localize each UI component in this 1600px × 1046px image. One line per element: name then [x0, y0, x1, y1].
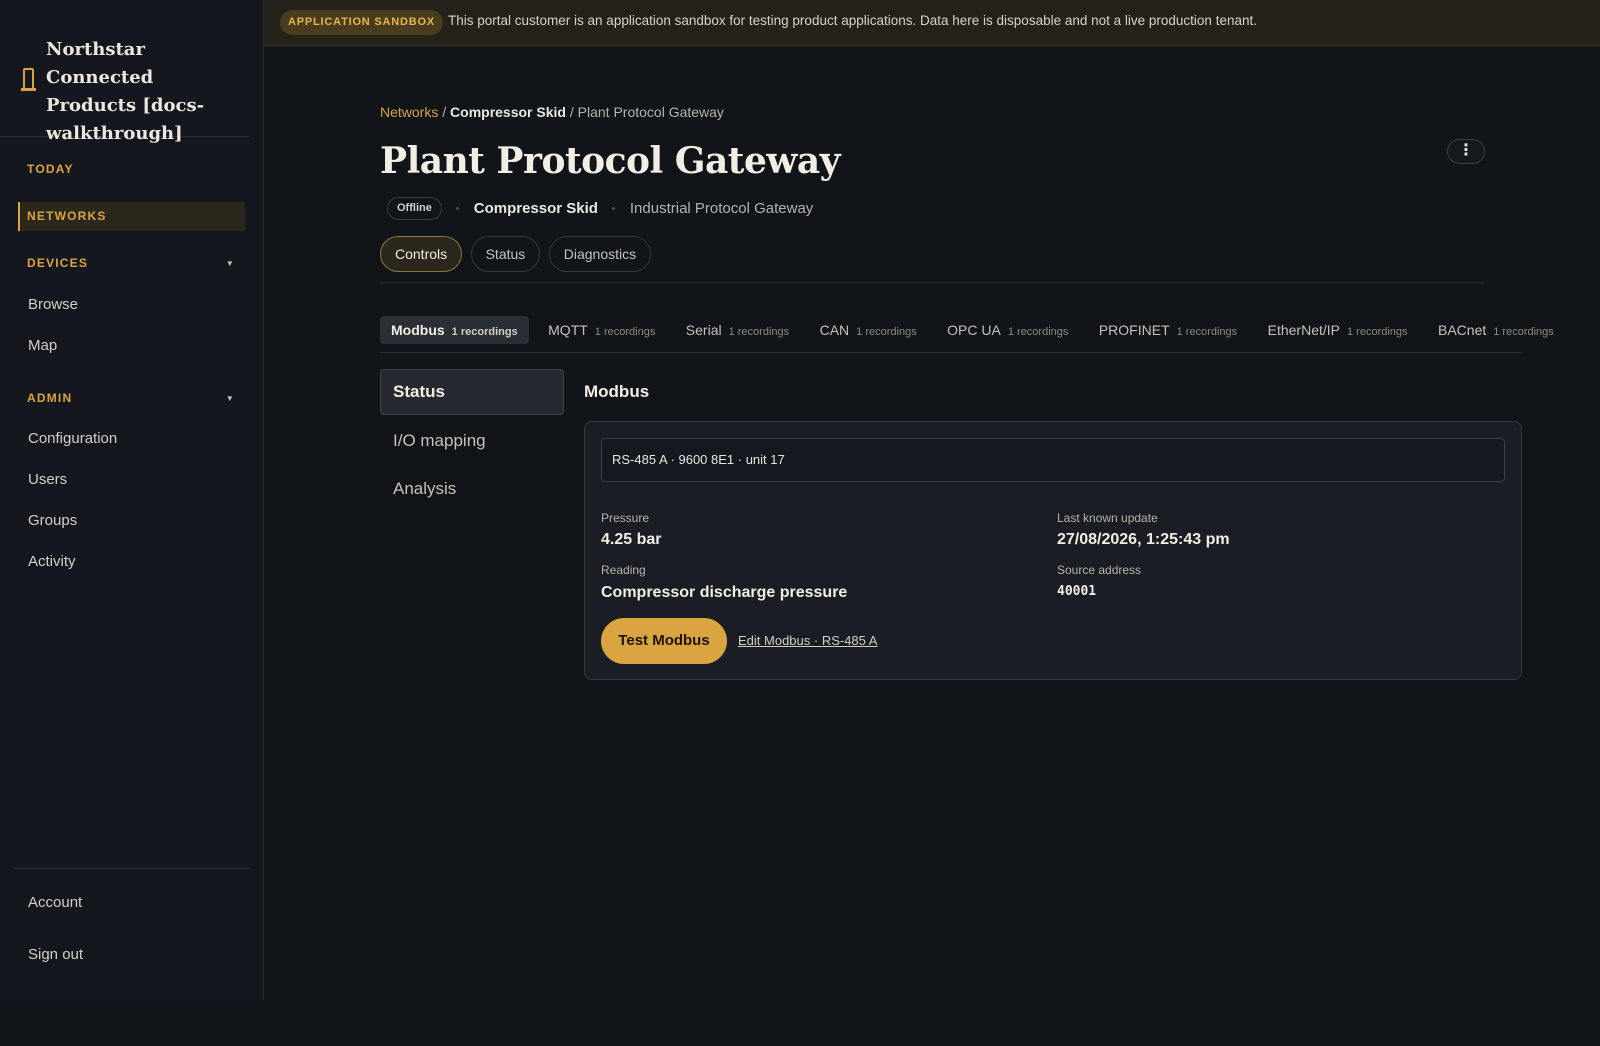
subnav-analysis[interactable]: Analysis [380, 466, 564, 512]
divider [380, 352, 1522, 353]
device-type: Industrial Protocol Gateway [629, 200, 814, 217]
divider [380, 282, 1484, 283]
sidebar: Northstar Connected Products [docs-walkt… [0, 0, 264, 1000]
nav-devices[interactable]: DEVICES ▼ [18, 249, 245, 278]
modbus-card: RS-485 A · 9600 8E1 · unit 17 Pressure 4… [584, 421, 1522, 680]
recording-count: 1 recordings [1347, 326, 1408, 338]
protocol-name: EtherNet/IP [1267, 322, 1340, 338]
breadcrumb-separator: / [569, 104, 574, 120]
sandbox-badge: APPLICATION SANDBOX [280, 10, 444, 35]
protocol-name: Serial [685, 322, 722, 338]
protocol-tab-ethernet-ip[interactable]: EtherNet/IP 1 recordings [1257, 316, 1419, 344]
breadcrumb-device[interactable]: Compressor Skid [450, 104, 566, 120]
protocol-tab-mqtt[interactable]: MQTT 1 recordings [537, 316, 666, 344]
page-title: Plant Protocol Gateway [380, 140, 841, 182]
protocol-tabs: Modbus 1 recordings MQTT 1 recordings Seri… [380, 316, 1569, 344]
nav-item-users[interactable]: Users [28, 470, 67, 490]
nav-item-sign-out[interactable]: Sign out [28, 945, 83, 965]
nav-today[interactable]: TODAY [18, 155, 245, 184]
protocol-tab-modbus[interactable]: Modbus 1 recordings [380, 316, 529, 344]
recording-count: 1 recordings [1493, 326, 1554, 338]
nav-item-configuration[interactable]: Configuration [28, 429, 117, 449]
breadcrumb-separator: / [442, 104, 447, 120]
source-address-value: 40001 [1057, 584, 1097, 599]
nav-item-map[interactable]: Map [28, 336, 57, 356]
connection-config: RS-485 A · 9600 8E1 · unit 17 [601, 438, 1505, 482]
sandbox-banner-text: This portal customer is an application s… [448, 13, 1257, 28]
recording-count: 1 recordings [728, 326, 790, 338]
nav-networks[interactable]: NETWORKS [18, 202, 245, 231]
more-options-icon[interactable]: ⋮ [1447, 139, 1485, 164]
breadcrumb-networks[interactable]: Networks [380, 104, 438, 120]
pressure-value: 4.25 bar [601, 531, 662, 548]
device-meta: Offline Compressor Skid Industrial Proto… [387, 197, 813, 221]
breadcrumb-current: Plant Protocol Gateway [577, 104, 724, 120]
edit-modbus-link[interactable]: Edit Modbus · RS-485 A [738, 632, 877, 650]
protocol-name: Modbus [391, 322, 445, 338]
nav-item-account[interactable]: Account [28, 893, 82, 913]
recording-count: 1 recordings [451, 326, 518, 338]
breadcrumb: Networks / Compressor Skid / Plant Proto… [380, 101, 724, 123]
device-name[interactable]: Compressor Skid [474, 200, 598, 217]
protocol-name: MQTT [548, 322, 588, 338]
panel-title: Modbus [584, 382, 650, 401]
tab-diagnostics[interactable]: Diagnostics [548, 236, 652, 272]
recording-count: 1 recordings [1007, 326, 1069, 338]
nav-item-browse[interactable]: Browse [28, 295, 78, 315]
tabs: Controls Status Diagnostics [380, 236, 655, 272]
nav-item-activity[interactable]: Activity [28, 552, 76, 572]
nav-devices-label: DEVICES [27, 256, 89, 270]
nav-admin-label: ADMIN [27, 391, 73, 405]
recording-count: 1 recordings [856, 326, 917, 338]
protocol-tab-opc-ua[interactable]: OPC UA 1 recordings [936, 316, 1079, 344]
caret-down-icon: ▼ [225, 259, 235, 268]
nav-item-groups[interactable]: Groups [28, 511, 77, 531]
pressure-label: Pressure [601, 511, 650, 525]
nav-admin[interactable]: ADMIN ▼ [18, 384, 245, 413]
tab-status[interactable]: Status [470, 236, 541, 272]
protocol-tab-can[interactable]: CAN 1 recordings [809, 316, 928, 344]
protocol-name: PROFINET [1098, 322, 1170, 338]
subnav-status[interactable]: Status [380, 369, 564, 415]
status-badge: Offline [387, 197, 442, 220]
protocol-tab-profinet[interactable]: PROFINET 1 recordings [1088, 316, 1248, 344]
app: Northstar Connected Products [docs-walkt… [0, 0, 1600, 1046]
tower-icon [20, 68, 37, 93]
recording-count: 1 recordings [594, 326, 656, 338]
source-address-label: Source address [1057, 563, 1142, 577]
last-update-value: 27/08/2026, 1:25:43 pm [1057, 531, 1230, 548]
protocol-tab-bacnet[interactable]: BACnet 1 recordings [1427, 316, 1565, 344]
last-update-label: Last known update [1057, 511, 1158, 525]
reading-label: Reading [601, 563, 646, 577]
reading-value: Compressor discharge pressure [601, 584, 848, 601]
brand-name: Northstar Connected Products [docs-walkt… [46, 39, 205, 144]
tab-controls[interactable]: Controls [380, 236, 463, 272]
sandbox-banner: APPLICATION SANDBOX This portal customer… [264, 0, 1600, 46]
sidebar-divider [14, 868, 249, 869]
meta-separator [456, 207, 460, 210]
protocol-name: CAN [819, 322, 850, 338]
meta-separator [612, 207, 616, 210]
subnav-io-mapping[interactable]: I/O mapping [380, 418, 564, 464]
protocol-name: OPC UA [947, 322, 1001, 338]
brand[interactable]: Northstar Connected Products [docs-walkt… [0, 0, 249, 144]
caret-down-icon: ▼ [225, 394, 235, 403]
protocol-name: BACnet [1438, 322, 1487, 338]
recording-count: 1 recordings [1176, 326, 1238, 338]
test-modbus-button[interactable]: Test Modbus [601, 618, 727, 664]
protocol-tab-serial[interactable]: Serial 1 recordings [675, 316, 800, 344]
